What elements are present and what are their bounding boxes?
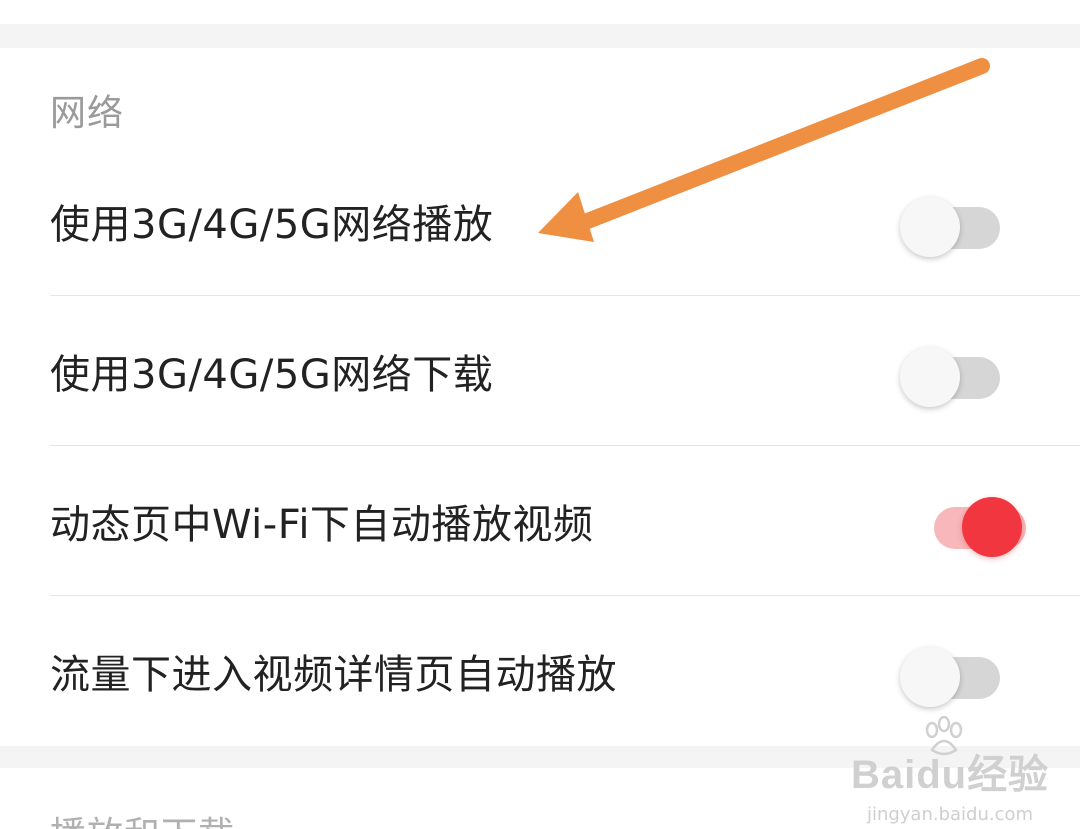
- top-card-edge: [0, 0, 1080, 24]
- setting-row-download-cellular[interactable]: 使用3G/4G/5G网络下载: [0, 296, 1080, 446]
- setting-label: 流量下进入视频详情页自动播放: [50, 652, 617, 698]
- watermark-url: jingyan.baidu.com: [866, 804, 1034, 825]
- setting-label: 动态页中Wi-Fi下自动播放视频: [50, 502, 594, 548]
- toggle-wifi-autoplay[interactable]: [926, 493, 1026, 557]
- toggle-play-cellular[interactable]: [900, 193, 1000, 257]
- setting-label: 使用3G/4G/5G网络播放: [50, 202, 494, 248]
- paw-icon: [925, 716, 963, 756]
- section-title-play-download: 播放和下载: [50, 806, 235, 829]
- section-title-network: 网络: [50, 93, 125, 134]
- toggle-download-cellular[interactable]: [900, 343, 1000, 407]
- toggle-knob: [900, 197, 960, 257]
- toggle-knob: [900, 347, 960, 407]
- settings-page: 网络 使用3G/4G/5G网络播放 使用3G/4G/5G网络下载 动态页中Wi-…: [0, 0, 1080, 829]
- toggle-data-autoplay[interactable]: [900, 643, 1000, 707]
- watermark-logo-part1: Bai: [850, 753, 917, 797]
- watermark-logo-cn: 经验: [967, 753, 1050, 797]
- toggle-knob: [900, 647, 960, 707]
- setting-label: 使用3G/4G/5G网络下载: [50, 352, 494, 398]
- toggle-knob: [962, 497, 1022, 557]
- baidu-jingyan-watermark: Baidu经验 jingyan.baidu.com: [830, 712, 1070, 825]
- setting-row-play-cellular[interactable]: 使用3G/4G/5G网络播放: [0, 146, 1080, 296]
- setting-row-wifi-autoplay[interactable]: 动态页中Wi-Fi下自动播放视频: [0, 446, 1080, 596]
